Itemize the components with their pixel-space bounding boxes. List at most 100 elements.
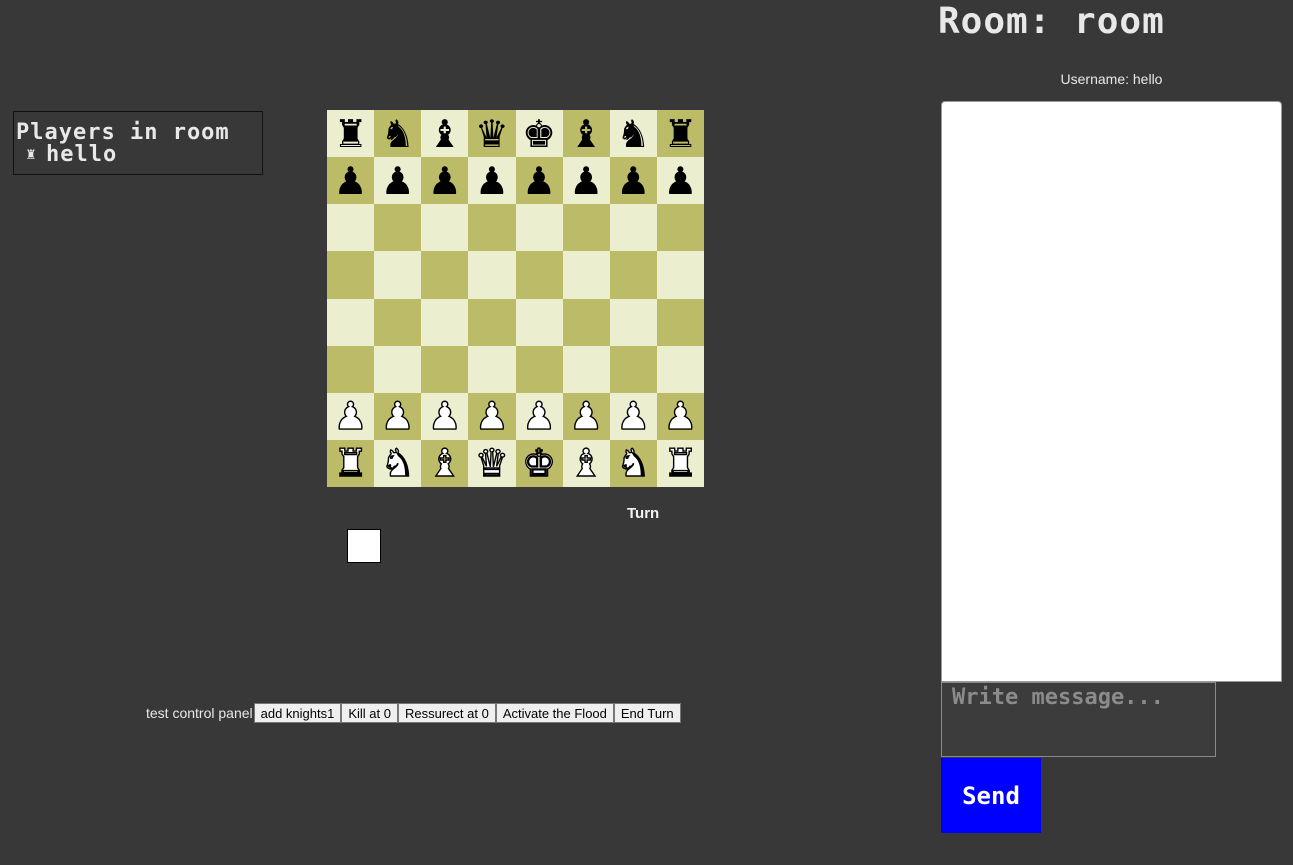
black-pawn-icon[interactable]: ♟: [616, 162, 650, 200]
board-square-c2[interactable]: ♟: [421, 392, 469, 440]
add-knights-button[interactable]: add knights1: [253, 703, 342, 723]
white-knight-icon[interactable]: ♞: [616, 444, 651, 483]
board-square-g4[interactable]: [609, 298, 657, 346]
end-turn-button[interactable]: End Turn: [613, 703, 681, 723]
white-pawn-icon[interactable]: ♟: [663, 397, 698, 436]
board-square-e2[interactable]: ♟: [515, 392, 563, 440]
white-pawn-icon[interactable]: ♟: [380, 397, 415, 436]
board-square-a3[interactable]: [327, 345, 375, 393]
board-square-c3[interactable]: [421, 345, 469, 393]
white-rook-icon[interactable]: ♜: [333, 444, 368, 483]
black-bishop-icon[interactable]: ♝: [569, 115, 603, 153]
board-square-f3[interactable]: [562, 345, 610, 393]
white-pawn-icon[interactable]: ♟: [474, 397, 509, 436]
board-square-g6[interactable]: [609, 204, 657, 252]
board-square-f4[interactable]: [562, 298, 610, 346]
board-square-a5[interactable]: [327, 251, 375, 299]
board-square-b2[interactable]: ♟: [374, 392, 422, 440]
board-square-h7[interactable]: ♟: [656, 157, 704, 205]
board-square-g7[interactable]: ♟: [609, 157, 657, 205]
chat-log[interactable]: [941, 101, 1282, 682]
board-square-d4[interactable]: [468, 298, 516, 346]
board-square-e4[interactable]: [515, 298, 563, 346]
board-square-f2[interactable]: ♟: [562, 392, 610, 440]
board-square-e8[interactable]: ♚: [515, 110, 563, 158]
white-pawn-icon[interactable]: ♟: [521, 397, 556, 436]
board-square-d7[interactable]: ♟: [468, 157, 516, 205]
resurrect-button[interactable]: Ressurect at 0: [398, 703, 496, 723]
board-square-f7[interactable]: ♟: [562, 157, 610, 205]
board-square-f6[interactable]: [562, 204, 610, 252]
kill-button[interactable]: Kill at 0: [341, 703, 398, 723]
board-square-a4[interactable]: [327, 298, 375, 346]
board-square-c5[interactable]: [421, 251, 469, 299]
board-square-a2[interactable]: ♟: [327, 392, 375, 440]
black-knight-icon[interactable]: ♞: [616, 115, 650, 153]
black-pawn-icon[interactable]: ♟: [334, 162, 368, 200]
black-rook-icon[interactable]: ♜: [663, 115, 697, 153]
white-pawn-icon[interactable]: ♟: [427, 397, 462, 436]
board-square-f1[interactable]: ♝: [562, 439, 610, 487]
board-square-d6[interactable]: [468, 204, 516, 252]
board-square-a1[interactable]: ♜: [327, 439, 375, 487]
white-pawn-icon[interactable]: ♟: [616, 397, 651, 436]
board-square-e6[interactable]: [515, 204, 563, 252]
board-square-d2[interactable]: ♟: [468, 392, 516, 440]
board-square-e3[interactable]: [515, 345, 563, 393]
board-square-b3[interactable]: [374, 345, 422, 393]
black-bishop-icon[interactable]: ♝: [428, 115, 462, 153]
black-king-icon[interactable]: ♚: [522, 115, 556, 153]
board-square-c4[interactable]: [421, 298, 469, 346]
black-queen-icon[interactable]: ♛: [475, 115, 509, 153]
white-bishop-icon[interactable]: ♝: [568, 444, 603, 483]
board-square-h3[interactable]: [656, 345, 704, 393]
board-square-g3[interactable]: [609, 345, 657, 393]
board-square-b8[interactable]: ♞: [374, 110, 422, 158]
board-square-h6[interactable]: [656, 204, 704, 252]
black-pawn-icon[interactable]: ♟: [522, 162, 556, 200]
board-square-h5[interactable]: [656, 251, 704, 299]
white-queen-icon[interactable]: ♛: [474, 444, 509, 483]
board-square-d3[interactable]: [468, 345, 516, 393]
black-pawn-icon[interactable]: ♟: [381, 162, 415, 200]
board-square-a6[interactable]: [327, 204, 375, 252]
board-square-c1[interactable]: ♝: [421, 439, 469, 487]
black-pawn-icon[interactable]: ♟: [663, 162, 697, 200]
black-pawn-icon[interactable]: ♟: [569, 162, 603, 200]
white-pawn-icon[interactable]: ♟: [568, 397, 603, 436]
board-square-e7[interactable]: ♟: [515, 157, 563, 205]
board-square-d5[interactable]: [468, 251, 516, 299]
board-square-h2[interactable]: ♟: [656, 392, 704, 440]
board-square-f8[interactable]: ♝: [562, 110, 610, 158]
board-square-g8[interactable]: ♞: [609, 110, 657, 158]
board-square-b4[interactable]: [374, 298, 422, 346]
send-button[interactable]: Send: [941, 758, 1041, 833]
board-square-e1[interactable]: ♚: [515, 439, 563, 487]
board-square-e5[interactable]: [515, 251, 563, 299]
black-pawn-icon[interactable]: ♟: [475, 162, 509, 200]
black-rook-icon[interactable]: ♜: [334, 115, 368, 153]
board-square-g2[interactable]: ♟: [609, 392, 657, 440]
board-square-h8[interactable]: ♜: [656, 110, 704, 158]
black-knight-icon[interactable]: ♞: [381, 115, 415, 153]
board-square-b5[interactable]: [374, 251, 422, 299]
board-square-d1[interactable]: ♛: [468, 439, 516, 487]
white-king-icon[interactable]: ♚: [521, 444, 556, 483]
board-square-b7[interactable]: ♟: [374, 157, 422, 205]
board-square-b6[interactable]: [374, 204, 422, 252]
activate-flood-button[interactable]: Activate the Flood: [495, 703, 614, 723]
board-square-a8[interactable]: ♜: [327, 110, 375, 158]
board-square-h1[interactable]: ♜: [656, 439, 704, 487]
board-square-g1[interactable]: ♞: [609, 439, 657, 487]
board-square-b1[interactable]: ♞: [374, 439, 422, 487]
white-knight-icon[interactable]: ♞: [380, 444, 415, 483]
white-bishop-icon[interactable]: ♝: [427, 444, 462, 483]
board-square-a7[interactable]: ♟: [327, 157, 375, 205]
board-square-g5[interactable]: [609, 251, 657, 299]
chat-message-input[interactable]: [941, 682, 1216, 757]
white-rook-icon[interactable]: ♜: [663, 444, 698, 483]
white-pawn-icon[interactable]: ♟: [333, 397, 368, 436]
board-square-d8[interactable]: ♛: [468, 110, 516, 158]
board-square-c6[interactable]: [421, 204, 469, 252]
board-square-c7[interactable]: ♟: [421, 157, 469, 205]
